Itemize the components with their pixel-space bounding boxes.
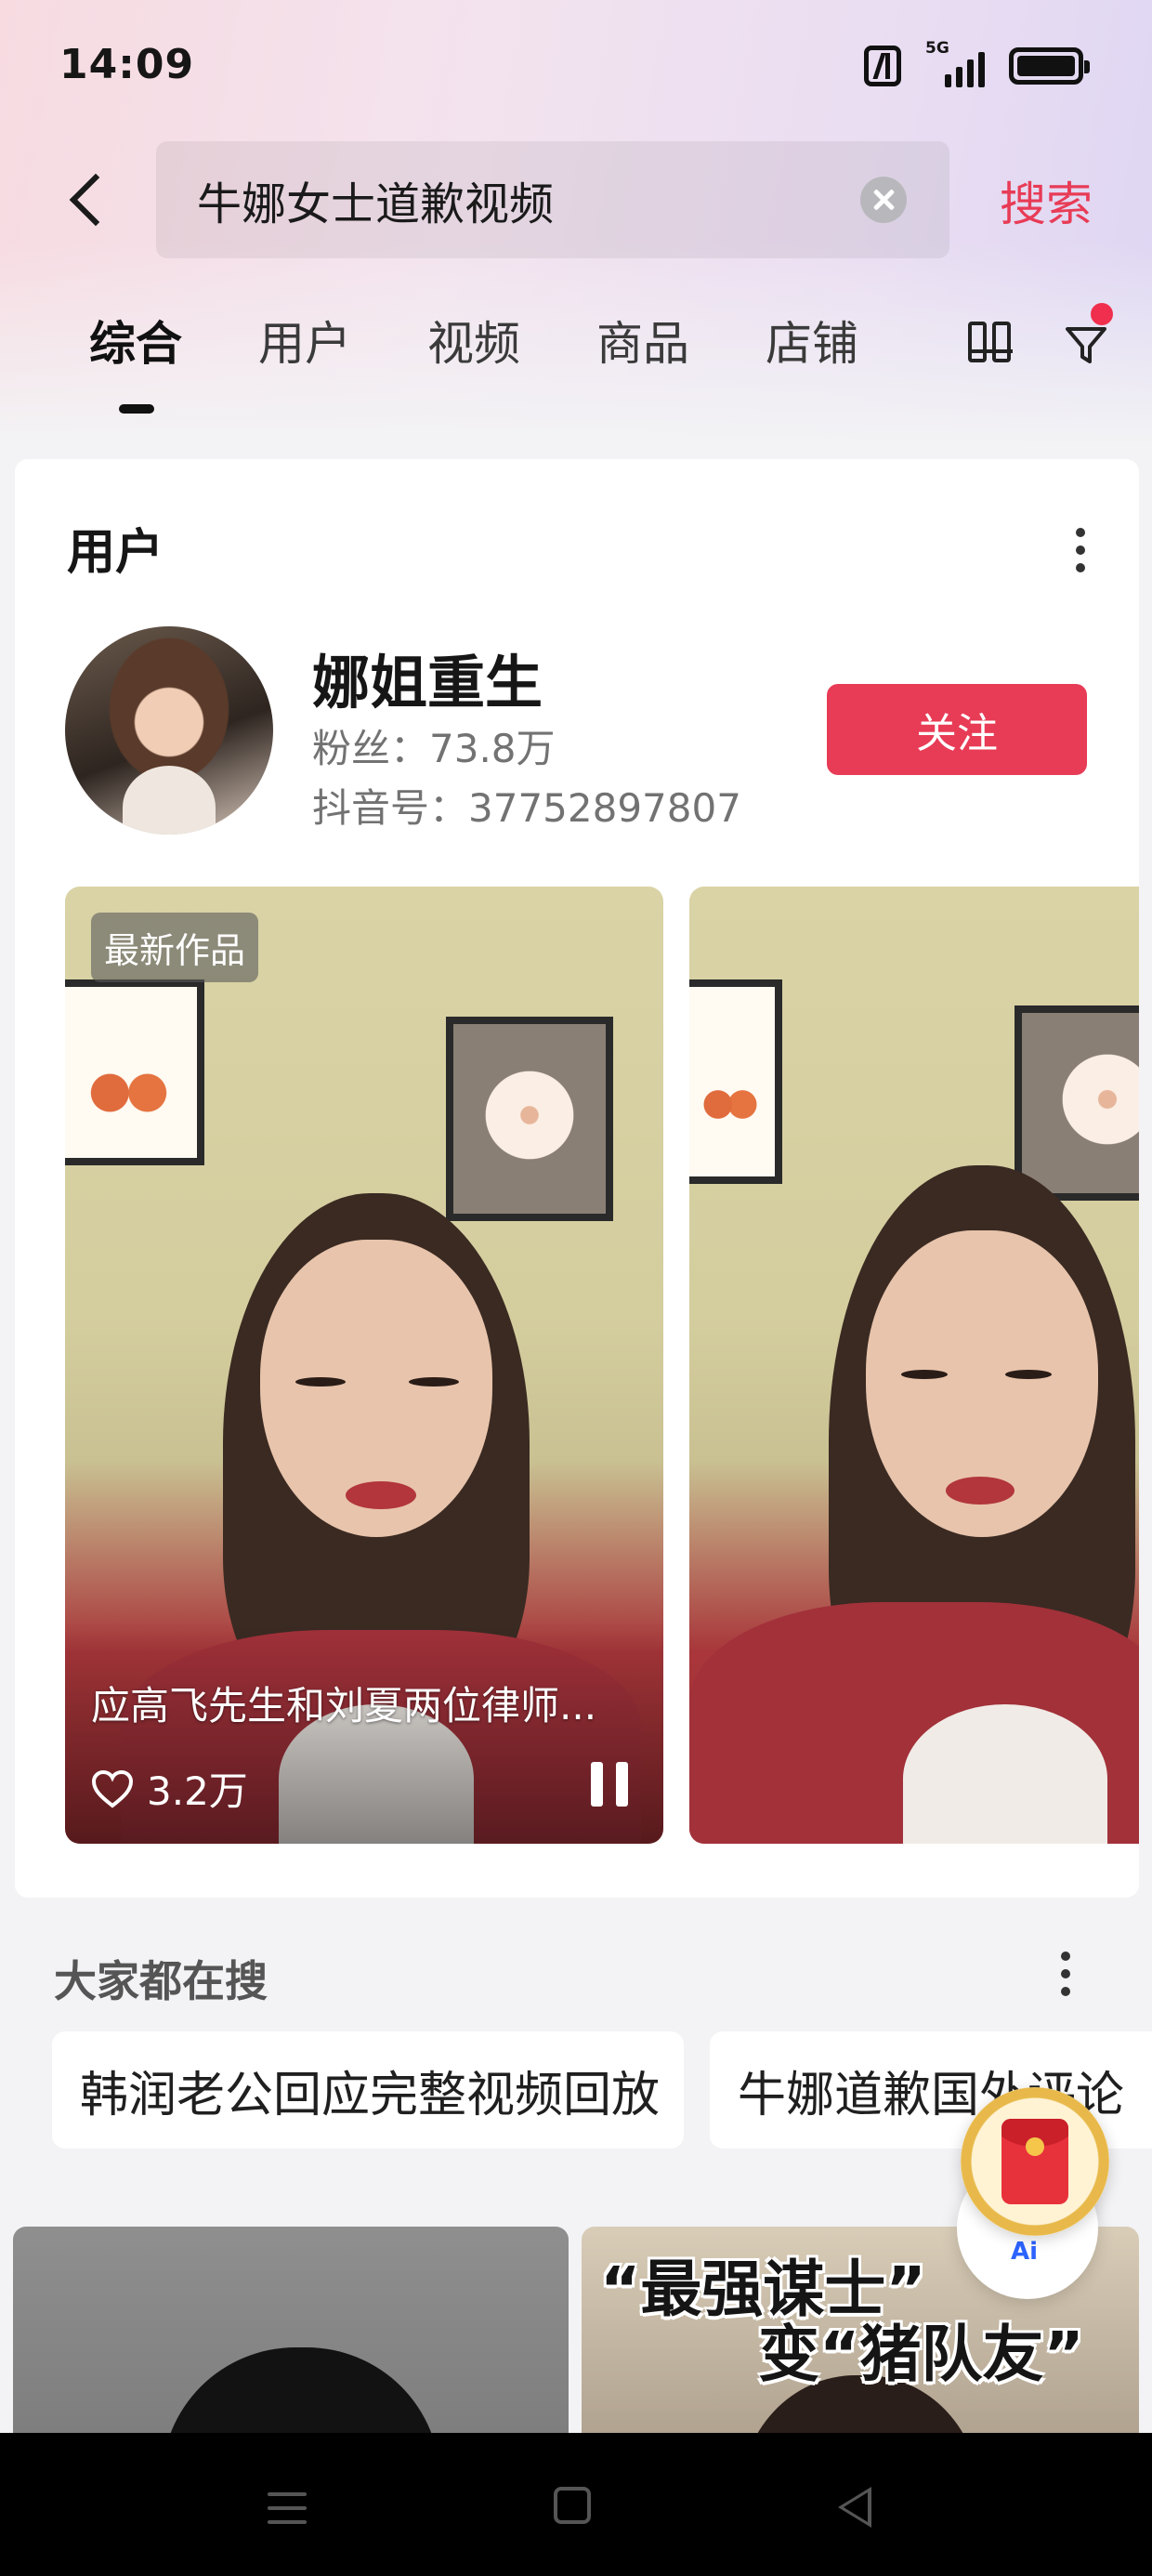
status-icons: 5G: [864, 39, 1090, 87]
wall-painting: [446, 1017, 613, 1221]
video-caption: 应高飞先生和刘夏两位律师...: [91, 1683, 597, 1728]
battery-icon: [1009, 47, 1090, 85]
tab-active-indicator: [119, 404, 154, 414]
more-options-icon[interactable]: [1061, 1952, 1072, 2000]
tab-bar: 综合 用户 视频 商品 店铺: [0, 307, 948, 418]
result-overlay-text: 变“猪队友”: [758, 2319, 1084, 2390]
pause-icon[interactable]: [591, 1762, 628, 1807]
tab-users[interactable]: 用户: [258, 307, 351, 374]
trending-search-chip[interactable]: 韩润老公回应完整视频回放: [52, 2031, 684, 2149]
tab-videos[interactable]: 视频: [427, 307, 520, 374]
back-triangle-icon[interactable]: [838, 2487, 871, 2528]
wall-painting: [689, 979, 782, 1184]
menu-icon[interactable]: [268, 2492, 307, 2524]
search-input[interactable]: 牛娜女士道歉视频: [156, 141, 949, 258]
wall-painting: [65, 979, 204, 1165]
user-name[interactable]: 娜姐重生: [312, 636, 543, 719]
section-title: 用户: [67, 525, 164, 581]
search-button[interactable]: 搜索: [1000, 167, 1093, 234]
status-time: 14:09: [59, 41, 195, 88]
trending-searches-title: 大家都在搜: [54, 1956, 268, 2006]
avatar[interactable]: [65, 626, 273, 835]
wall-painting: [1015, 1005, 1139, 1201]
red-packet-button[interactable]: [961, 2087, 1109, 2236]
like-count: 3.2万: [147, 1768, 248, 1814]
search-query: 牛娜女士道歉视频: [197, 178, 555, 230]
follow-button[interactable]: 关注: [827, 684, 1087, 775]
filter-notification-dot: [1091, 303, 1113, 325]
like-count-row: 3.2万: [91, 1760, 248, 1817]
tab-products[interactable]: 商品: [596, 307, 689, 374]
more-options-icon[interactable]: [1076, 528, 1087, 576]
clear-icon[interactable]: [860, 177, 907, 223]
ai-label: Ai: [1011, 2238, 1039, 2266]
home-icon[interactable]: [554, 2487, 591, 2524]
video-card-latest[interactable]: 最新作品 应高飞先生和刘夏两位律师... 3.2万: [65, 887, 663, 1844]
chevron-left-icon: [69, 173, 123, 227]
video-card[interactable]: [689, 887, 1139, 1844]
nfc-icon: [864, 46, 901, 86]
tab-shops[interactable]: 店铺: [766, 307, 858, 374]
tab-general[interactable]: 综合: [89, 307, 182, 374]
user-douyin-id: 抖音号：37752897807: [312, 785, 741, 831]
signal-icon: 5G: [925, 39, 985, 87]
system-navigation-bar: [0, 2433, 1152, 2576]
latest-work-badge: 最新作品: [91, 913, 259, 982]
red-packet-icon: [1001, 2119, 1068, 2204]
layout-toggle-icon[interactable]: [968, 322, 1013, 362]
filter-icon[interactable]: [1063, 322, 1109, 368]
user-fans: 粉丝：73.8万: [312, 726, 556, 771]
back-button[interactable]: [56, 158, 123, 242]
heart-icon: [91, 1769, 134, 1808]
user-section-card: 用户 娜姐重生 粉丝：73.8万 抖音号：37752897807 关注 最新作品…: [15, 459, 1139, 1898]
status-bar: 14:09 5G: [0, 0, 1152, 139]
